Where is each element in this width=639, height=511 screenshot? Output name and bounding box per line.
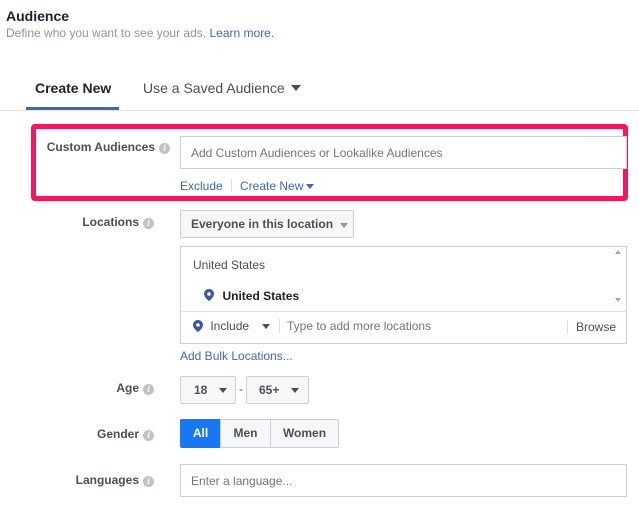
caret-down-icon [306, 184, 315, 189]
gender-option-women[interactable]: Women [270, 419, 339, 448]
scroll-up-arrow-icon[interactable] [615, 250, 621, 254]
gender-label-text: Gender [96, 427, 139, 441]
include-dropdown[interactable]: Include [193, 319, 271, 333]
section-title: Audience [6, 8, 70, 24]
locations-label-text: Locations [82, 215, 139, 229]
browse-button[interactable]: Browse [576, 320, 616, 334]
custom-audiences-label: Custom Audiences i [0, 140, 170, 154]
caret-down-icon [340, 223, 348, 228]
add-bulk-locations-link[interactable]: Add Bulk Locations... [180, 349, 293, 363]
include-value: Include [210, 319, 250, 333]
section-subtitle: Define who you want to see your ads. Lea… [6, 26, 274, 40]
caret-down-icon [262, 324, 271, 329]
location-type-dropdown[interactable]: Everyone in this location [180, 210, 354, 238]
include-separator [279, 319, 280, 333]
tabs-divider [0, 110, 639, 111]
location-type-value: Everyone in this location [191, 217, 334, 231]
map-pin-icon [204, 289, 214, 301]
info-icon[interactable]: i [143, 430, 154, 441]
map-pin-icon [193, 320, 203, 332]
tab-create-new[interactable]: Create New [26, 80, 119, 110]
info-icon[interactable]: i [159, 143, 170, 154]
tab-create-new-label: Create New [35, 80, 112, 96]
age-min-dropdown[interactable]: 18 [180, 376, 236, 404]
caret-down-icon [290, 85, 301, 91]
age-max-value: 65+ [259, 383, 280, 397]
locations-box-divider [180, 311, 627, 312]
location-group-header: United States [193, 258, 266, 272]
exclude-link[interactable]: Exclude [180, 179, 223, 193]
languages-label: Languages i [0, 473, 154, 487]
tab-saved-audience-label: Use a Saved Audience [143, 80, 285, 96]
custom-audiences-label-text: Custom Audiences [46, 140, 155, 154]
age-label-text: Age [116, 381, 139, 395]
scroll-down-arrow-icon[interactable] [615, 298, 621, 302]
languages-input[interactable] [180, 464, 627, 497]
caret-down-icon [218, 388, 227, 393]
age-min-value: 18 [194, 383, 208, 397]
info-icon[interactable]: i [143, 384, 154, 395]
location-selected-label: United States [222, 289, 300, 303]
info-icon[interactable]: i [143, 476, 154, 487]
subtitle-text: Define who you want to see your ads. [6, 26, 207, 40]
tab-use-saved-audience[interactable]: Use a Saved Audience [143, 80, 301, 110]
gender-option-all[interactable]: All [180, 419, 221, 448]
languages-label-text: Languages [75, 473, 139, 487]
link-separator [231, 179, 232, 192]
custom-audiences-input[interactable] [180, 136, 627, 169]
add-locations-input[interactable] [287, 317, 557, 335]
age-separator: - [239, 382, 243, 396]
info-icon[interactable]: i [143, 218, 154, 229]
gender-option-men[interactable]: Men [220, 419, 271, 448]
caret-down-icon [290, 388, 299, 393]
locations-label: Locations i [0, 215, 154, 229]
create-new-link[interactable]: Create New [240, 179, 315, 193]
age-label: Age i [0, 381, 154, 395]
create-new-label: Create New [240, 179, 304, 193]
age-max-dropdown[interactable]: 65+ [246, 376, 309, 404]
location-selected-item[interactable]: United States [204, 287, 299, 305]
gender-label: Gender i [0, 427, 154, 441]
learn-more-link[interactable]: Learn more. [209, 26, 274, 40]
browse-separator [567, 320, 568, 334]
